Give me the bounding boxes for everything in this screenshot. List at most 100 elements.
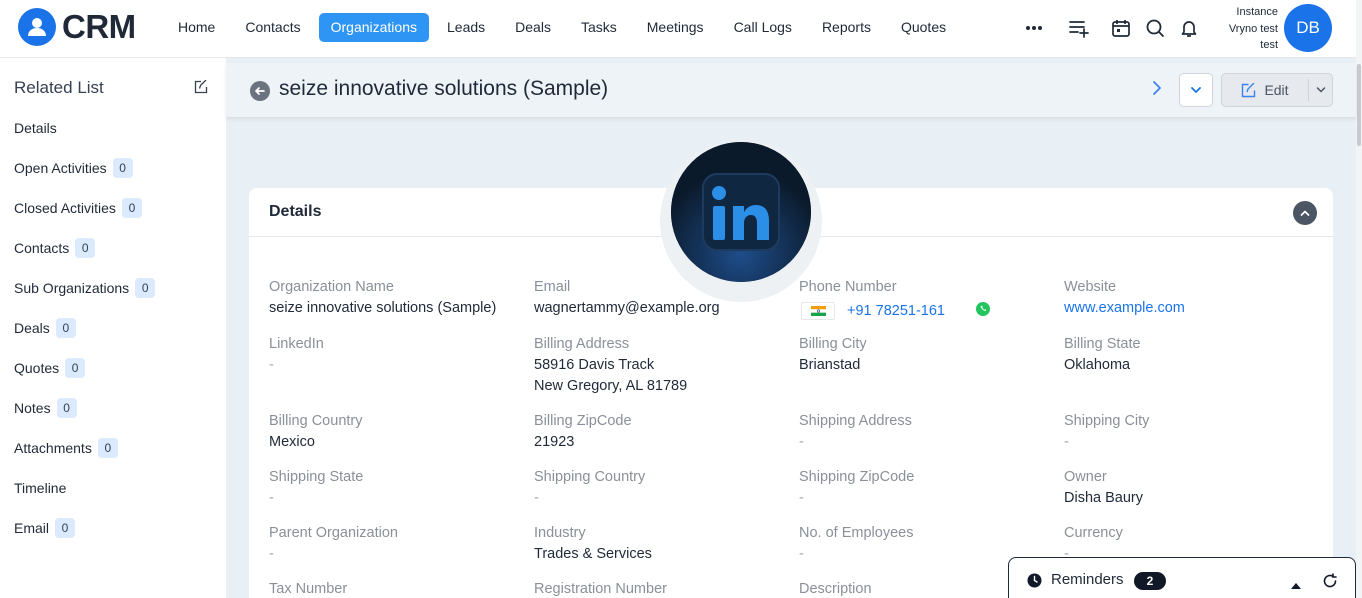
whatsapp-icon[interactable] [975, 301, 991, 322]
field-linkedin: LinkedIn - [269, 334, 519, 376]
sidebar-item-email[interactable]: Email 0 [14, 517, 76, 539]
website-link[interactable]: www.example.com [1064, 298, 1314, 319]
sidebar-item-contacts[interactable]: Contacts 0 [14, 237, 96, 259]
india-flag-icon [801, 302, 835, 320]
sidebar-item-label: Contacts [14, 240, 70, 256]
field-billing-state: Billing State Oklahoma [1064, 334, 1314, 376]
more-actions-dropdown[interactable] [1179, 73, 1213, 107]
field-billing-zipcode: Billing ZipCode 21923 [534, 411, 784, 453]
field-shipping-address: Shipping Address - [799, 411, 1049, 453]
field-billing-city: Billing City Brianstad [799, 334, 1049, 376]
field-label: Tax Number [269, 581, 348, 597]
sidebar-item-open-activities[interactable]: Open Activities 0 [14, 157, 133, 179]
nav-organizations[interactable]: Organizations [318, 13, 429, 42]
field-shipping-city: Shipping City - [1064, 411, 1314, 453]
collapse-icon[interactable] [1293, 201, 1317, 225]
field-label: Shipping Country [534, 469, 646, 485]
refresh-icon[interactable] [1322, 573, 1338, 594]
field-label: Phone Number [799, 279, 897, 295]
nav-deals[interactable]: Deals [503, 13, 563, 42]
sidebar-item-closed-activities[interactable]: Closed Activities 0 [14, 197, 142, 219]
nav-quotes[interactable]: Quotes [889, 13, 958, 42]
caret-up-icon[interactable] [1291, 576, 1301, 594]
sidebar-item-sub-organizations[interactable]: Sub Organizations 0 [14, 277, 156, 299]
add-list-icon[interactable] [1067, 16, 1091, 40]
more-icon[interactable] [1022, 16, 1046, 40]
field-value: seize innovative solutions (Sample) [269, 300, 497, 316]
field-label: Billing City [799, 336, 867, 352]
field-value: - [799, 490, 804, 506]
divider [1308, 79, 1309, 101]
count-badge: 0 [55, 518, 76, 538]
user-avatar[interactable]: DB [1284, 4, 1332, 52]
field-value: Oklahoma [1064, 357, 1131, 373]
clock-icon [1027, 573, 1042, 593]
field-label: Shipping Address [799, 413, 912, 429]
field-label: Shipping ZipCode [799, 469, 915, 485]
field-owner: Owner Disha Baury [1064, 467, 1314, 509]
calendar-icon[interactable] [1109, 16, 1133, 40]
linkedin-logo-icon[interactable] [671, 142, 811, 282]
field-value: - [1064, 434, 1069, 450]
count-badge: 0 [75, 238, 96, 258]
nav-home[interactable]: Home [166, 13, 227, 42]
sidebar-item-label: Details [14, 120, 57, 136]
field-tax-number: Tax Number [269, 579, 519, 598]
field-website: Website www.example.com [1064, 277, 1314, 319]
edit-options-caret[interactable] [1310, 74, 1332, 106]
sidebar-item-attachments[interactable]: Attachments 0 [14, 437, 118, 459]
related-list-sidebar: Related List Details Open Activities 0 Cl… [0, 58, 226, 598]
field-value: Disha Baury [1064, 490, 1143, 506]
page-scrollbar[interactable] [1356, 0, 1362, 598]
field-billing-address: Billing Address 58916 Davis Track New Gr… [534, 334, 784, 397]
instance-line-3: test [1260, 39, 1278, 51]
count-badge: 0 [56, 398, 77, 418]
sidebar-item-label: Closed Activities [14, 200, 116, 216]
reminders-count-badge: 2 [1134, 572, 1166, 590]
sidebar-item-timeline[interactable]: Timeline [14, 477, 66, 499]
nav-reports[interactable]: Reports [810, 13, 883, 42]
field-billing-country: Billing Country Mexico [269, 411, 519, 453]
field-value: - [269, 357, 274, 373]
nav-call-logs[interactable]: Call Logs [722, 13, 804, 42]
field-label: No. of Employees [799, 525, 914, 541]
phone-link[interactable]: +91 78251-161 [847, 303, 945, 319]
field-value: - [799, 434, 804, 450]
nav-contacts[interactable]: Contacts [233, 13, 312, 42]
field-label: Organization Name [269, 279, 394, 295]
sidebar-item-details[interactable]: Details [14, 117, 57, 139]
field-label: Billing Country [269, 413, 363, 429]
app-logo[interactable]: CRM [18, 8, 136, 46]
sidebar-item-label: Sub Organizations [14, 280, 130, 296]
scrollbar-thumb[interactable] [1357, 64, 1361, 146]
edit-icon [1242, 82, 1256, 97]
instance-line-1: Instance [1236, 6, 1278, 18]
sidebar-item-quotes[interactable]: Quotes 0 [14, 357, 86, 379]
field-value: 21923 [534, 434, 575, 450]
nav-tasks[interactable]: Tasks [569, 13, 629, 42]
count-badge: 0 [112, 158, 133, 178]
edit-button[interactable]: Edit [1222, 74, 1308, 106]
sidebar-item-deals[interactable]: Deals 0 [14, 317, 76, 339]
sidebar-item-label: Email [14, 520, 50, 536]
sidebar-item-notes[interactable]: Notes 0 [14, 397, 77, 419]
field-value: Mexico [269, 434, 315, 450]
nav-leads[interactable]: Leads [435, 13, 497, 42]
chevron-right-icon[interactable] [1150, 80, 1164, 101]
bell-icon[interactable] [1177, 16, 1201, 40]
nav-meetings[interactable]: Meetings [635, 13, 716, 42]
field-value: Trades & Services [534, 546, 652, 562]
field-label: LinkedIn [269, 336, 324, 352]
field-organization-name: Organization Name seize innovative solut… [269, 277, 519, 319]
field-value: 58916 Davis Track [534, 357, 655, 373]
edit-list-icon[interactable] [194, 79, 208, 99]
search-icon[interactable] [1143, 16, 1167, 40]
record-title: seize innovative solutions (Sample) [279, 77, 609, 100]
field-industry: Industry Trades & Services [534, 523, 784, 565]
record-header: seize innovative solutions (Sample) Edit [226, 63, 1356, 117]
count-badge: 0 [55, 318, 76, 338]
count-badge: 0 [97, 438, 118, 458]
reminders-panel[interactable]: Reminders 2 [1008, 557, 1356, 598]
reminders-label: Reminders [1051, 571, 1124, 588]
back-arrow-icon[interactable] [250, 81, 270, 101]
